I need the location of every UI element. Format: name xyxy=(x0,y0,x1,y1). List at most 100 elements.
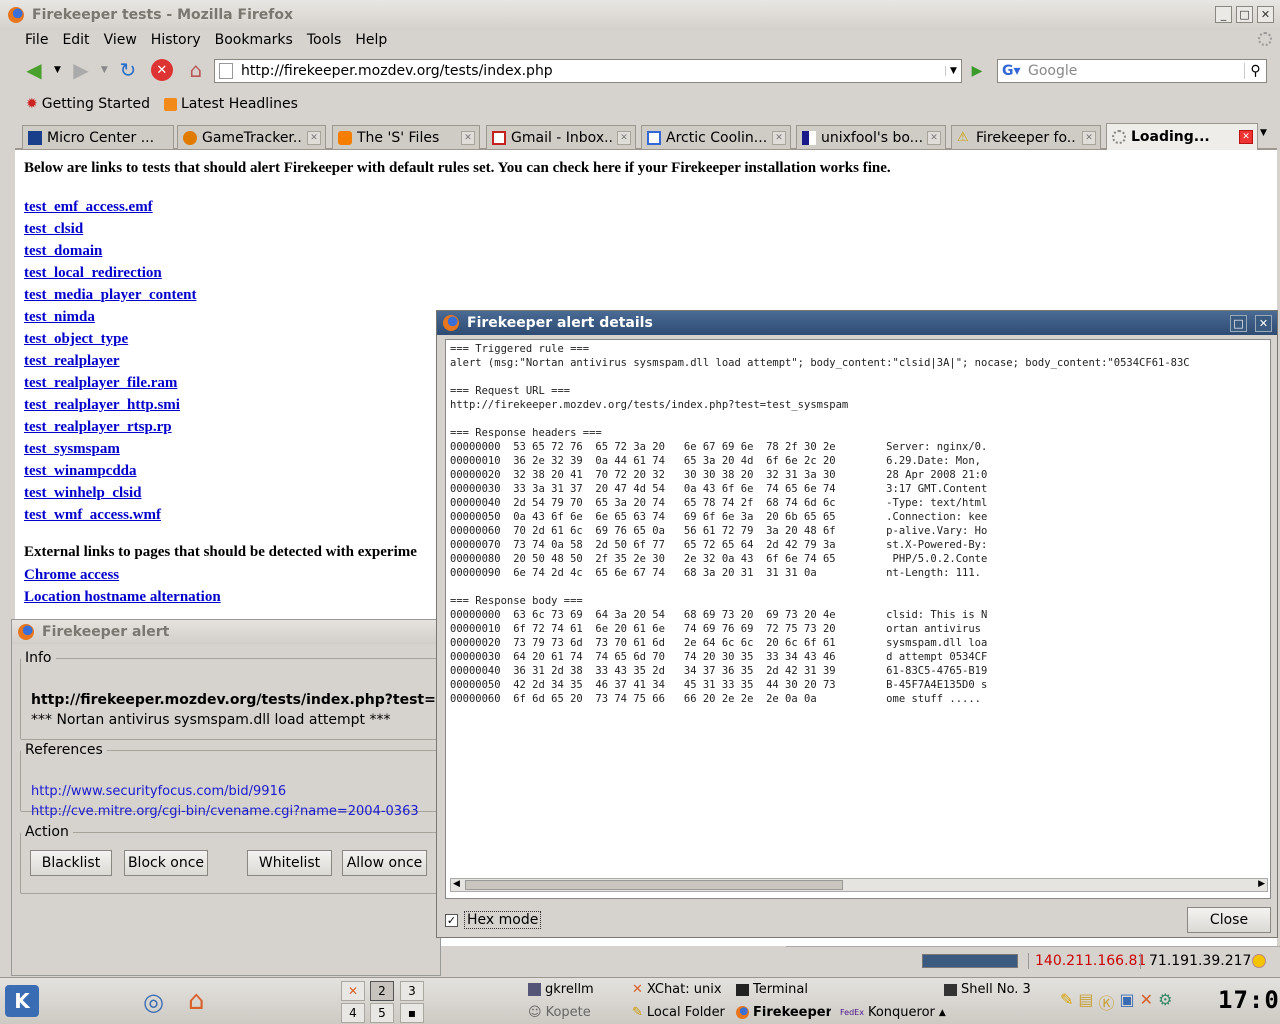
tab-list-dropdown-icon[interactable]: ▼ xyxy=(1260,128,1267,138)
scroll-left-icon[interactable]: ◀ xyxy=(453,879,460,889)
kde-menu-icon[interactable]: K xyxy=(5,985,39,1017)
forward-button[interactable]: ▶ xyxy=(67,56,95,84)
minimize-button[interactable]: _ xyxy=(1215,6,1232,23)
link-test-realplayer-file[interactable]: test_realplayer_file.ram xyxy=(24,372,196,394)
task-kopete[interactable]: ☺ Kopete xyxy=(528,1005,591,1020)
task-local-folder[interactable]: ✎ Local Folder xyxy=(632,1005,725,1020)
link-test-realplayer[interactable]: test_realplayer xyxy=(24,350,196,372)
firekeeper-status-icon[interactable] xyxy=(1252,953,1266,968)
tab-close-icon[interactable]: ✕ xyxy=(927,130,941,145)
tab-close-icon[interactable]: ✕ xyxy=(1082,130,1096,145)
details-close-button[interactable]: Close xyxy=(1187,907,1271,933)
desktop-6-icon[interactable]: ▪ xyxy=(400,1003,424,1023)
desktop-4[interactable]: 4 xyxy=(341,1003,365,1023)
hex-mode-checkbox[interactable]: ✓ Hex mode xyxy=(445,911,542,929)
blacklist-button[interactable]: Blacklist xyxy=(30,850,112,876)
link-chrome-access[interactable]: Chrome access xyxy=(24,564,221,586)
tab-close-icon[interactable]: ✕ xyxy=(1239,130,1253,144)
link-test-wmf-access[interactable]: test_wmf_access.wmf xyxy=(24,504,196,526)
search-icon[interactable]: ⚲ xyxy=(1244,63,1266,79)
details-close-icon[interactable]: ✕ xyxy=(1255,314,1272,332)
link-test-realplayer-http[interactable]: test_realplayer_http.smi xyxy=(24,394,196,416)
forward-history-dropdown-icon[interactable]: ▼ xyxy=(101,65,108,75)
back-button[interactable]: ◀ xyxy=(20,56,48,84)
task-konqueror[interactable]: FedEx Konqueror ▲ xyxy=(840,1005,946,1020)
tab-close-icon[interactable]: ✕ xyxy=(772,130,786,145)
tab-unixfool[interactable]: unixfool's bo... ✕ xyxy=(796,125,946,149)
firefox-titlebar[interactable]: Firekeeper tests - Mozilla Firefox xyxy=(0,0,1280,30)
link-test-winhelp-clsid[interactable]: test_winhelp_clsid xyxy=(24,482,196,504)
tab-gametracker[interactable]: GameTracker... ✕ xyxy=(177,125,326,149)
task-shell[interactable]: Shell No. 3 xyxy=(944,982,1051,997)
link-test-winampcdda[interactable]: test_winampcdda xyxy=(24,460,196,482)
menu-edit[interactable]: Edit xyxy=(55,30,96,50)
url-text[interactable]: http://firekeeper.mozdev.org/tests/index… xyxy=(241,63,945,79)
tab-close-icon[interactable]: ✕ xyxy=(617,130,631,145)
tab-micro-center[interactable]: Micro Center ... xyxy=(22,125,174,149)
tab-loading-active[interactable]: Loading... ✕ xyxy=(1106,123,1258,150)
search-input[interactable]: Google xyxy=(1028,63,1244,79)
konqueror-icon[interactable]: ◎ xyxy=(143,988,164,1016)
search-box[interactable]: G▾ Google ⚲ xyxy=(997,59,1267,83)
link-test-realplayer-rtsp[interactable]: test_realplayer_rtsp.rp xyxy=(24,416,196,438)
link-test-clsid[interactable]: test_clsid xyxy=(24,218,196,240)
tab-firekeeper-forum[interactable]: ⚠ Firekeeper fo... ✕ xyxy=(951,125,1101,149)
menu-view[interactable]: View xyxy=(97,30,144,50)
desktop-2[interactable]: 2 xyxy=(370,981,394,1001)
tab-close-icon[interactable]: ✕ xyxy=(461,130,475,145)
link-test-local-redirection[interactable]: test_local_redirection xyxy=(24,262,196,284)
tab-gmail[interactable]: Gmail - Inbox... ✕ xyxy=(486,125,636,149)
tray-network-icon[interactable]: ⚙ xyxy=(1158,990,1172,1014)
tray-keyboard-icon[interactable]: Ⓚ xyxy=(1099,990,1115,1014)
horizontal-scrollbar[interactable]: ◀ ▶ xyxy=(450,878,1268,892)
url-bar[interactable]: http://firekeeper.mozdev.org/tests/index… xyxy=(214,59,962,83)
link-test-media-player-content[interactable]: test_media_player_content xyxy=(24,284,196,306)
bookmark-getting-started[interactable]: ✹ Getting Started xyxy=(26,96,150,112)
reload-button[interactable]: ↻ xyxy=(114,56,142,84)
menu-bookmarks[interactable]: Bookmarks xyxy=(208,30,300,50)
tray-window-icon[interactable]: ▣ xyxy=(1120,990,1135,1014)
link-test-object-type[interactable]: test_object_type xyxy=(24,328,196,350)
ref-link-securityfocus[interactable]: http://www.securityfocus.com/bid/9916 xyxy=(31,784,286,799)
details-text-area[interactable]: === Triggered rule === alert (msg:"Nortan… xyxy=(445,339,1271,899)
checkbox-checked-icon[interactable]: ✓ xyxy=(445,913,458,927)
clock[interactable]: 17:04 xyxy=(1218,986,1280,1014)
url-dropdown-icon[interactable]: ▼ xyxy=(945,66,961,76)
task-firekeeper[interactable]: Firekeeper xyxy=(736,1005,831,1020)
tray-xchat-icon[interactable]: ✕ xyxy=(1140,990,1153,1014)
back-history-dropdown-icon[interactable]: ▼ xyxy=(54,65,61,75)
tab-s-files[interactable]: The 'S' Files ✕ xyxy=(332,125,480,149)
task-overflow-icon[interactable]: ▲ xyxy=(939,1008,946,1018)
home-folder-icon[interactable]: ⌂ xyxy=(188,986,205,1016)
block-once-button[interactable]: Block once xyxy=(124,850,208,876)
whitelist-button[interactable]: Whitelist xyxy=(247,850,332,876)
menu-history[interactable]: History xyxy=(144,30,208,50)
link-test-sysmspam[interactable]: test_sysmspam xyxy=(24,438,196,460)
desktop-5[interactable]: 5 xyxy=(370,1003,394,1023)
stop-button[interactable]: ✕ xyxy=(148,56,176,84)
link-location-hostname[interactable]: Location hostname alternation xyxy=(24,586,221,608)
desktop-3[interactable]: 3 xyxy=(400,981,424,1001)
tray-pencil-icon[interactable]: ✎ xyxy=(1060,990,1073,1014)
link-test-nimda[interactable]: test_nimda xyxy=(24,306,196,328)
tab-close-icon[interactable]: ✕ xyxy=(307,130,321,145)
tab-arctic-cooling[interactable]: Arctic Coolin... ✕ xyxy=(641,125,791,149)
allow-once-button[interactable]: Allow once xyxy=(342,850,427,876)
tray-clipboard-icon[interactable]: ▤ xyxy=(1078,990,1093,1014)
bookmark-latest-headlines[interactable]: Latest Headlines xyxy=(163,96,298,112)
alert-titlebar[interactable]: Firekeeper alert xyxy=(12,620,440,644)
scroll-right-icon[interactable]: ▶ xyxy=(1258,879,1265,889)
details-titlebar[interactable]: Firekeeper alert details □ ✕ xyxy=(437,311,1277,335)
go-button[interactable]: ▶ xyxy=(966,60,988,82)
link-test-domain[interactable]: test_domain xyxy=(24,240,196,262)
task-terminal[interactable]: Terminal xyxy=(736,982,808,997)
menu-file[interactable]: File xyxy=(18,30,55,50)
scrollbar-thumb[interactable] xyxy=(465,880,843,890)
task-xchat[interactable]: ✕ XChat: unix xyxy=(632,982,723,997)
task-gkrellm[interactable]: gkrellm xyxy=(528,982,594,997)
ref-link-cve[interactable]: http://cve.mitre.org/cgi-bin/cvename.cgi… xyxy=(31,804,419,819)
google-icon[interactable]: G▾ xyxy=(1002,63,1028,79)
details-maximize-button[interactable]: □ xyxy=(1230,314,1247,332)
menu-help[interactable]: Help xyxy=(348,30,394,50)
maximize-button[interactable]: □ xyxy=(1236,6,1253,23)
